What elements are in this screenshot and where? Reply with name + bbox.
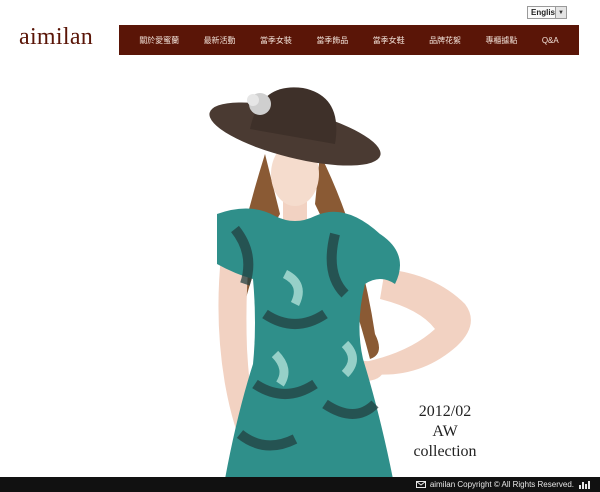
nav-item-brand-stories[interactable]: 品牌花絮	[429, 35, 461, 46]
language-select[interactable]: English ▼	[527, 6, 567, 19]
caption-season: AW	[432, 423, 458, 440]
caption-date: 2012/02	[418, 403, 472, 420]
nav-item-womenswear[interactable]: 當季女裝	[260, 35, 292, 46]
copyright-text: aimilan Copyright © All Rights Reserved.	[429, 480, 574, 489]
nav-item-about[interactable]: 關於愛蜜蘭	[139, 35, 179, 46]
mail-icon[interactable]	[415, 481, 426, 488]
nav-item-news[interactable]: 最新活動	[204, 35, 236, 46]
caption-collection: collection	[413, 443, 477, 460]
main-nav: 關於愛蜜蘭 最新活動 當季女裝 當季飾品 當季女鞋 品牌花絮 專櫃據點 Q&A	[119, 25, 579, 55]
footer: aimilan Copyright © All Rights Reserved.	[0, 477, 600, 492]
nav-item-qa[interactable]: Q&A	[542, 36, 559, 45]
logo[interactable]: aimilan	[19, 24, 93, 51]
page: English ▼ aimilan 關於愛蜜蘭 最新活動 當季女裝 當季飾品 當…	[0, 0, 600, 492]
chevron-down-icon[interactable]: ▼	[555, 7, 566, 18]
collection-caption: 2012/02 AW collection	[400, 402, 490, 462]
nav-item-accessories[interactable]: 當季飾品	[316, 35, 348, 46]
bar-chart-icon[interactable]	[579, 480, 590, 489]
nav-item-shoes[interactable]: 當季女鞋	[373, 35, 405, 46]
nav-item-stores[interactable]: 專櫃據點	[485, 35, 517, 46]
